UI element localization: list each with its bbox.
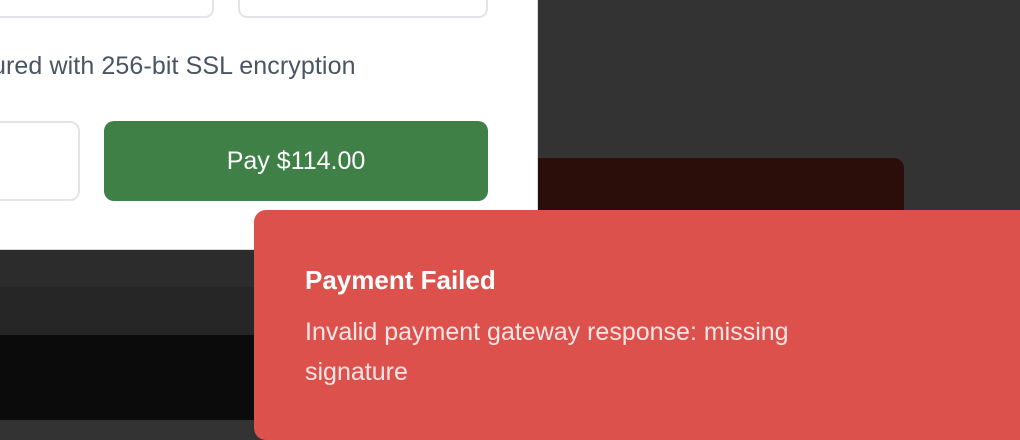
back-button[interactable]: [0, 121, 80, 201]
toast-message: Invalid payment gateway response: missin…: [305, 318, 789, 386]
card-field-right[interactable]: [238, 0, 488, 18]
toast-title: Payment Failed: [305, 265, 496, 295]
security-note: ured with 256-bit SSL encryption: [0, 52, 356, 81]
error-toast[interactable]: Payment Failed Invalid payment gateway r…: [254, 210, 1020, 440]
pay-button[interactable]: Pay $114.00: [104, 121, 488, 201]
card-field-left[interactable]: [0, 0, 214, 18]
security-note-text: ured with 256-bit SSL encryption: [0, 52, 356, 80]
